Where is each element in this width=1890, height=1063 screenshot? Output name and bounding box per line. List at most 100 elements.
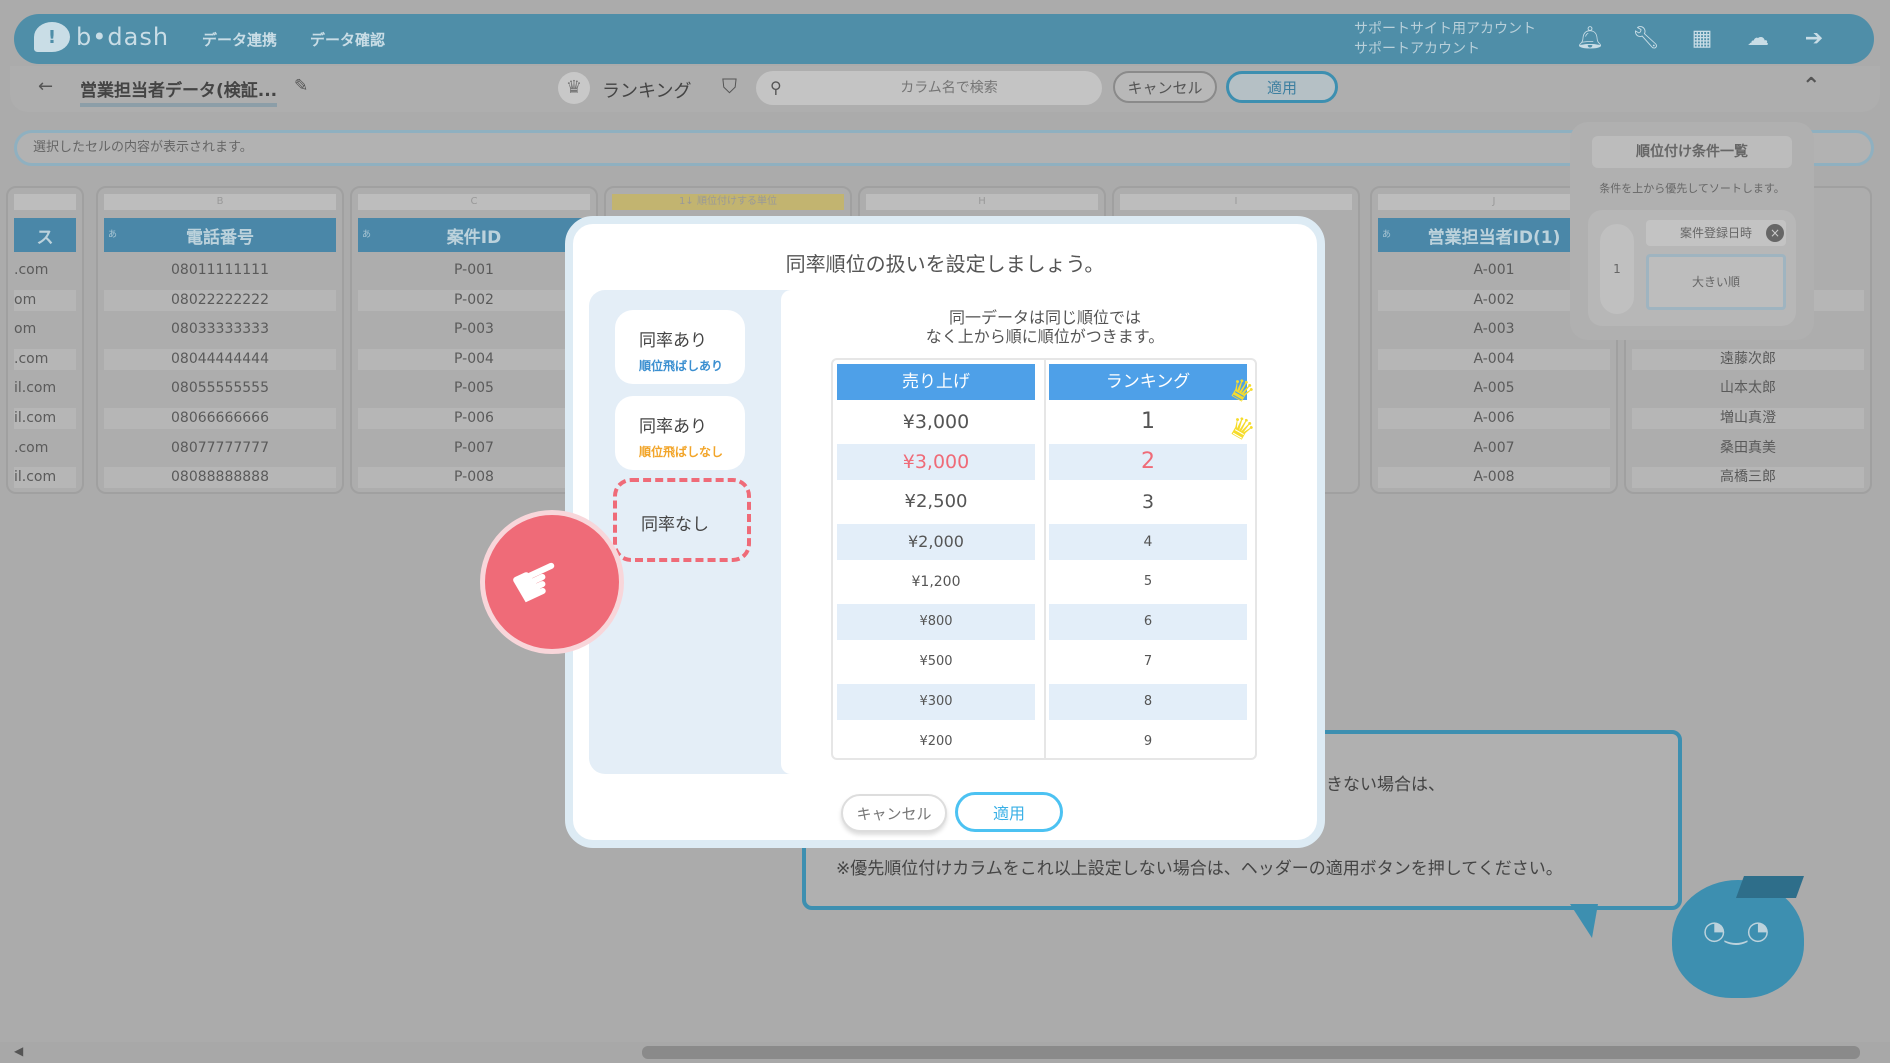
bell-icon[interactable]: 🔔︎	[1576, 25, 1604, 53]
rank-cell: 2	[1049, 444, 1247, 480]
brand-logo[interactable]: ! b•dash	[34, 22, 169, 52]
sales-cell: ¥300	[837, 684, 1035, 720]
table-cell[interactable]: P-003	[358, 319, 590, 340]
column-cells: 08011111111 08022222222 08033333333 0804…	[104, 260, 336, 497]
table-cell[interactable]: .com	[14, 438, 76, 459]
pointing-hand-icon: ☛	[498, 538, 578, 626]
preview-description-line2: なく上から順に順位がつきます。	[925, 327, 1165, 346]
mascot-face-icon: ◔‿◔	[1702, 916, 1770, 946]
ranking-condition-card[interactable]: 1 案件登録日時 × 大きい順	[1588, 210, 1796, 326]
scroll-left-arrow-icon[interactable]: ◀	[14, 1044, 23, 1058]
sheet-column[interactable]: B あ 電話番号 08011111111 08022222222 08033333…	[96, 186, 344, 494]
option-label: 同率あり	[639, 331, 707, 351]
rank-cell: 9	[1143, 734, 1153, 749]
table-cell[interactable]: il.com	[14, 467, 76, 489]
column-letter: H	[866, 194, 1098, 210]
column-search-input[interactable]	[756, 71, 1102, 105]
nav-data-check[interactable]: データ確認	[310, 29, 385, 50]
column-letter: B	[104, 194, 336, 210]
brain-icon[interactable]: ☁	[1744, 25, 1772, 53]
column-letter: 1↓ 順位付けする単位	[612, 194, 844, 210]
back-arrow-icon[interactable]: ←	[38, 76, 53, 97]
column-header[interactable]: あ 案件ID	[358, 218, 590, 252]
condition-field[interactable]: 案件登録日時	[1646, 220, 1786, 246]
column-cells: P-001 P-002 P-003 P-004 P-005 P-006 P-00…	[358, 260, 590, 497]
nav-data-link[interactable]: データ連携	[202, 29, 277, 50]
table-cell[interactable]: 08066666666	[104, 407, 336, 429]
scrollbar-thumb[interactable]	[642, 1046, 1860, 1059]
table-cell[interactable]: P-005	[358, 378, 590, 399]
sales-cell: ¥1,200	[911, 574, 961, 590]
pointer-hint: ☛	[480, 510, 624, 654]
ranking-preview: 同一データは同じ順位では なく上から順に順位がつきます。 売り上げ ¥3,000…	[781, 290, 1309, 774]
account-info[interactable]: サポートサイト用アカウント サポートアカウント	[1354, 19, 1536, 59]
table-cell[interactable]: A-008	[1378, 467, 1610, 489]
grid-icon[interactable]: ▦	[1688, 25, 1716, 53]
table-cell[interactable]: om	[14, 289, 76, 311]
sheet-title[interactable]: 営業担当者データ(検証...	[80, 76, 278, 107]
table-cell[interactable]: il.com	[14, 407, 76, 429]
preview-description-line1: 同一データは同じ順位では	[948, 308, 1141, 327]
column-type-badge: あ	[108, 230, 118, 240]
column-cells: .com om om .com il.com il.com .com il.co…	[14, 260, 76, 497]
table-cell[interactable]: 08055555555	[104, 378, 336, 399]
tutorial-text-line1: きない場合は、	[1326, 775, 1445, 795]
table-cell[interactable]: 山本太郎	[1632, 378, 1864, 399]
table-cell[interactable]: 高橋三郎	[1632, 467, 1864, 489]
table-cell[interactable]: A-004	[1378, 348, 1610, 370]
toolbar-apply-button[interactable]: 適用	[1226, 71, 1338, 103]
preview-table: 売り上げ ¥3,000 ¥3,000 ¥2,500 ¥2,000 ¥1,200 …	[831, 358, 1261, 760]
table-cell[interactable]: P-001	[358, 260, 590, 281]
table-cell[interactable]: 08011111111	[104, 260, 336, 281]
edit-pencil-icon[interactable]: ✎	[294, 76, 308, 96]
sales-cell: ¥500	[919, 654, 953, 669]
condition-order[interactable]: 大きい順	[1646, 254, 1786, 310]
table-cell[interactable]: om	[14, 319, 76, 340]
table-cell[interactable]: il.com	[14, 378, 76, 399]
table-cell[interactable]: 桑田真美	[1632, 438, 1864, 459]
table-cell[interactable]: 遠藤次郎	[1632, 348, 1864, 370]
table-cell[interactable]: 08044444444	[104, 348, 336, 370]
table-cell[interactable]: A-007	[1378, 438, 1610, 459]
table-cell[interactable]: 増山真澄	[1632, 407, 1864, 429]
wrench-icon[interactable]: 🔧︎	[1632, 25, 1660, 53]
sales-cell: ¥2,500	[904, 491, 968, 512]
column-header[interactable]: あ 電話番号	[104, 218, 336, 252]
rank-cell: 1	[1141, 409, 1155, 434]
table-cell[interactable]: .com	[14, 348, 76, 370]
shield-icon[interactable]: ⛉	[722, 74, 737, 98]
table-cell[interactable]: P-008	[358, 467, 590, 489]
table-cell[interactable]: .com	[14, 260, 76, 281]
toolbar-cancel-button[interactable]: キャンセル	[1113, 71, 1217, 103]
table-cell[interactable]: A-006	[1378, 407, 1610, 429]
column-header[interactable]: ス	[14, 218, 76, 252]
table-cell[interactable]: P-004	[358, 348, 590, 370]
option-tie-with-skip[interactable]: 同率あり 順位飛ばしあり	[615, 310, 745, 384]
chevron-up-icon[interactable]: ⌃	[1802, 74, 1820, 99]
option-no-tie[interactable]: 同率なし	[613, 478, 751, 562]
sheet-column[interactable]: ス .com om om .com il.com il.com .com il.…	[6, 186, 84, 494]
table-cell[interactable]: 08022222222	[104, 289, 336, 311]
table-cell[interactable]: 08077777777	[104, 438, 336, 459]
horizontal-scrollbar[interactable]: ◀	[0, 1042, 1890, 1063]
ranking-column: ランキング 1 2 3 4 5 6 7 8 9	[1049, 364, 1247, 760]
option-tie-without-skip[interactable]: 同率あり 順位飛ばしなし	[615, 396, 745, 470]
sales-column: 売り上げ ¥3,000 ¥3,000 ¥2,500 ¥2,000 ¥1,200 …	[837, 364, 1035, 760]
table-cell[interactable]: A-005	[1378, 378, 1610, 399]
table-cell[interactable]: 08033333333	[104, 319, 336, 340]
account-line1: サポートサイト用アカウント	[1354, 21, 1536, 37]
sales-cell: ¥800	[837, 604, 1035, 640]
table-cell[interactable]: P-007	[358, 438, 590, 459]
sheet-column[interactable]: C あ 案件ID P-001 P-002 P-003 P-004 P-005 P-…	[350, 186, 598, 494]
column-type-badge: あ	[1382, 230, 1392, 240]
account-line2: サポートアカウント	[1354, 41, 1480, 57]
table-cell[interactable]: P-002	[358, 289, 590, 311]
table-cell[interactable]: P-006	[358, 407, 590, 429]
close-icon[interactable]: ×	[1766, 224, 1784, 242]
table-cell[interactable]: 08088888888	[104, 467, 336, 489]
dialog-cancel-button[interactable]: キャンセル	[841, 794, 947, 832]
logout-icon[interactable]: ➔	[1800, 25, 1828, 53]
dialog-apply-button[interactable]: 適用	[955, 792, 1063, 832]
option-label: 同率なし	[641, 515, 709, 535]
ranking-header: ランキング	[1049, 364, 1247, 400]
